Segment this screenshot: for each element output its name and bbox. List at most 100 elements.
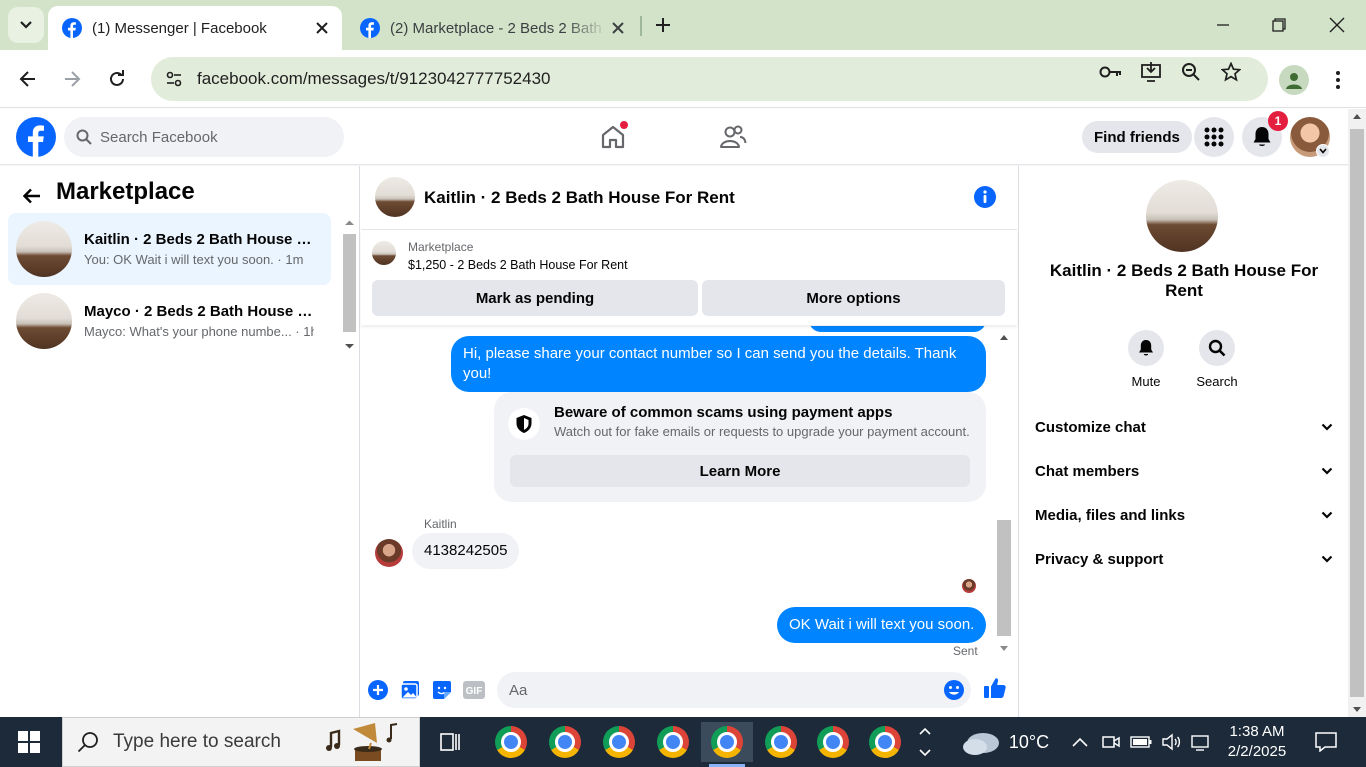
reload-button[interactable] — [102, 64, 132, 94]
tray-overflow-button[interactable] — [1068, 717, 1092, 767]
section-chat-members[interactable]: Chat members — [1027, 449, 1341, 493]
chevron-down-icon[interactable] — [1316, 144, 1330, 158]
more-options-button[interactable]: More options — [702, 280, 1005, 316]
message-input[interactable] — [509, 681, 929, 699]
grid-menu-icon — [1204, 127, 1224, 147]
tab-search-button[interactable] — [8, 7, 44, 43]
battery-icon[interactable] — [1128, 717, 1154, 767]
weather-widget[interactable]: 10°C — [955, 717, 1055, 767]
taskbar-chrome-5[interactable] — [701, 722, 753, 767]
conversation-name: Mayco · 2 Beds 2 Bath House F... — [84, 303, 314, 320]
taskbar-overflow-arrows[interactable] — [915, 717, 935, 767]
password-key-icon[interactable] — [1098, 59, 1124, 85]
url-text[interactable]: facebook.com/messages/t/9123042777752430 — [197, 69, 550, 89]
scrollbar-thumb[interactable] — [343, 234, 356, 332]
taskbar-search[interactable] — [62, 717, 420, 767]
tab-messenger[interactable]: (1) Messenger | Facebook — [48, 6, 342, 50]
scroll-up-arrow-icon[interactable] — [1348, 109, 1366, 123]
taskbar-chrome-4[interactable] — [647, 722, 699, 762]
conversation-item-mayco[interactable]: Mayco · 2 Beds 2 Bath House F... Mayco: … — [8, 285, 331, 357]
section-media-files-links[interactable]: Media, files and links — [1027, 493, 1341, 537]
system-clock[interactable]: 1:38 AM 2/2/2025 — [1212, 722, 1302, 762]
facebook-search[interactable] — [64, 117, 344, 157]
close-window-button[interactable] — [1322, 10, 1352, 40]
emoji-icon[interactable] — [943, 679, 965, 701]
learn-more-button[interactable]: Learn More — [510, 455, 970, 487]
facebook-favicon-icon — [62, 18, 82, 38]
like-button[interactable] — [983, 676, 1007, 700]
chrome-icon — [603, 726, 635, 758]
chat-title[interactable]: Kaitlin · 2 Beds 2 Bath House For Rent — [424, 188, 735, 208]
mark-as-pending-button[interactable]: Mark as pending — [372, 280, 698, 316]
browser-menu-button[interactable] — [1325, 65, 1351, 95]
volume-icon[interactable] — [1158, 717, 1184, 767]
taskbar-chrome-1[interactable] — [485, 722, 537, 762]
taskbar-chrome-2[interactable] — [539, 722, 591, 762]
chat-avatar[interactable] — [375, 177, 415, 217]
home-nav-button[interactable] — [593, 117, 633, 157]
start-button[interactable] — [0, 717, 58, 767]
network-icon[interactable] — [1188, 717, 1214, 767]
scroll-up-arrow-icon[interactable] — [341, 217, 358, 229]
scrollbar-thumb[interactable] — [997, 520, 1011, 636]
meet-now-icon[interactable] — [1100, 717, 1122, 767]
listing-thumbnail[interactable] — [372, 241, 396, 265]
scroll-up-arrow-icon[interactable] — [995, 330, 1013, 344]
facebook-logo-icon[interactable] — [16, 117, 56, 157]
arrow-right-icon — [65, 71, 81, 87]
marketplace-conversations-panel: Marketplace Kaitlin · 2 Beds 2 Bath Hous… — [0, 166, 360, 717]
tab-marketplace[interactable]: (2) Marketplace - 2 Beds 2 Bath House Fo… — [346, 6, 638, 50]
minimize-button[interactable] — [1208, 10, 1238, 40]
menu-grid-button[interactable] — [1194, 117, 1234, 157]
back-arrow-button[interactable] — [18, 182, 46, 210]
site-info-icon[interactable] — [159, 64, 189, 94]
sender-avatar[interactable] — [375, 539, 403, 567]
section-privacy-support[interactable]: Privacy & support — [1027, 537, 1341, 581]
close-tab-icon[interactable] — [608, 18, 628, 38]
scroll-down-arrow-icon[interactable] — [1348, 703, 1366, 717]
conversation-list-scrollbar[interactable] — [341, 216, 358, 352]
browser-profile-icon[interactable] — [1279, 65, 1309, 95]
message-input-wrapper[interactable] — [497, 672, 971, 708]
conversation-item-kaitlin[interactable]: Kaitlin · 2 Beds 2 Bath House F... You: … — [8, 213, 331, 285]
bookmark-star-icon[interactable] — [1218, 59, 1244, 85]
zoom-icon[interactable] — [1178, 59, 1204, 85]
scroll-down-arrow-icon[interactable] — [341, 340, 358, 352]
message-scrollbar[interactable] — [995, 330, 1013, 656]
listing-price-title[interactable]: $1,250 - 2 Beds 2 Bath House For Rent — [408, 258, 628, 272]
task-view-button[interactable] — [424, 722, 476, 762]
chat-header: Kaitlin · 2 Beds 2 Bath House For Rent — [361, 166, 1017, 230]
chat-details-avatar[interactable] — [1146, 180, 1218, 252]
info-icon[interactable] — [973, 185, 997, 209]
friends-nav-button[interactable] — [713, 117, 753, 157]
taskbar-chrome-7[interactable] — [807, 722, 859, 762]
mute-button[interactable]: Mute — [1116, 330, 1176, 389]
outgoing-message[interactable]: Hi, please share your contact number so … — [451, 336, 986, 392]
forward-button[interactable] — [57, 64, 87, 94]
section-customize-chat[interactable]: Customize chat — [1027, 405, 1341, 449]
more-vertical-icon — [1336, 71, 1340, 89]
scrollbar-thumb[interactable] — [1350, 129, 1364, 697]
install-app-icon[interactable] — [1138, 59, 1164, 85]
back-button[interactable] — [13, 64, 43, 94]
find-friends-button[interactable]: Find friends — [1082, 121, 1192, 153]
taskbar-chrome-3[interactable] — [593, 722, 645, 762]
taskbar-chrome-6[interactable] — [755, 722, 807, 762]
facebook-search-input[interactable] — [100, 128, 320, 146]
attach-photo-button[interactable] — [398, 678, 422, 702]
outgoing-message[interactable]: OK Wait i will text you soon. — [777, 607, 987, 643]
page-scrollbar[interactable] — [1348, 109, 1366, 717]
restore-button[interactable] — [1264, 10, 1294, 40]
close-tab-icon[interactable] — [312, 18, 332, 38]
gif-button[interactable]: GIF — [462, 678, 486, 702]
windows-logo-icon — [18, 731, 40, 753]
taskbar-chrome-8[interactable] — [859, 722, 911, 762]
more-actions-button[interactable] — [366, 678, 390, 702]
sticker-button[interactable] — [430, 678, 454, 702]
scroll-down-arrow-icon[interactable] — [995, 642, 1013, 656]
incoming-message[interactable]: 4138242505 — [412, 533, 520, 569]
taskbar-search-input[interactable] — [113, 731, 323, 753]
search-in-conversation-button[interactable]: Search — [1187, 330, 1247, 389]
new-tab-button[interactable] — [650, 12, 676, 38]
notification-center-button[interactable] — [1310, 717, 1342, 767]
